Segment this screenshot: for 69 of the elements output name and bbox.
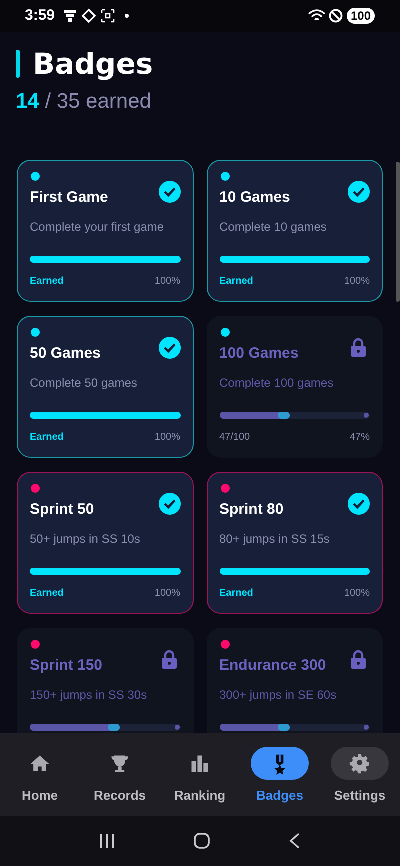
badge-description: Complete 50 games [30,375,138,392]
nav-tab[interactable]: Records [81,747,159,806]
badge-title: 50 Games [30,344,101,364]
badge-title: Sprint 150 [30,656,103,676]
progress-count: 47/100 [220,431,250,445]
badge-card[interactable]: 100 Games Complete 100 games 47/100 47% [206,316,383,458]
lock-icon [351,650,366,668]
lock-icon [162,650,176,668]
badge-title: First Game [30,188,108,208]
progress-percent: 47% [350,431,370,445]
nav-tab[interactable]: Settings [321,747,399,806]
badge-title: 100 Games [220,344,299,364]
badge-card[interactable]: Sprint 50 50+ jumps in SS 10s Earned 100% [17,472,194,614]
home-button-icon[interactable] [192,832,211,850]
badge-description: 150+ jumps in SS 30s [30,687,148,704]
badge-description: Complete 100 games [220,375,335,392]
earned-summary: 14 / 35 earned [16,89,152,115]
earned-label: Earned [30,587,64,601]
nav-tab[interactable]: Home [1,747,79,806]
end-dot-icon [364,413,369,418]
badge-title: Endurance 300 [220,656,326,676]
check-icon [158,180,180,202]
badge-title: 10 Games [220,188,290,208]
page-title: Badges [33,46,154,82]
progress-percent: 100% [344,587,370,601]
recent-apps-icon[interactable] [98,832,116,850]
badge-card[interactable]: Sprint 150 150+ jumps in SS 30s [17,628,194,733]
diamond-icon [81,8,98,24]
end-dot-icon [364,725,369,730]
screenshot-icon [101,9,116,23]
lock-icon [351,338,366,356]
earned-label: Earned [220,275,254,289]
progress-knob [278,724,290,731]
badge-description: 50+ jumps in SS 10s [30,531,142,548]
badge-description: 300+ jumps in SE 60s [220,687,338,704]
end-dot-icon [174,725,180,730]
earned-label: Earned [220,587,254,601]
nav-tab[interactable]: Ranking [161,747,239,806]
progress-percent: 100% [344,275,370,289]
nav-tab[interactable]: Badges [241,747,319,806]
check-icon [348,180,370,202]
dot-icon [125,14,130,18]
back-icon[interactable] [288,832,302,850]
status-time: 3:59 [25,6,56,26]
badge-card[interactable]: 50 Games Complete 50 games Earned 100% [17,316,194,458]
progress-percent: 100% [154,431,180,445]
earned-label: Earned [30,431,64,445]
do-not-disturb-icon [328,9,343,23]
wifi-icon [308,9,326,23]
badge-card[interactable]: 10 Games Complete 10 games Earned 100% [206,160,383,302]
check-icon [348,492,370,514]
settings-icon [349,752,371,774]
badge-card[interactable]: Endurance 300 300+ jumps in SE 60s [206,628,383,733]
progress-percent: 100% [154,275,180,289]
badge-description: Complete your first game [30,219,166,236]
badge-title: Sprint 80 [220,500,284,520]
progress-percent: 100% [154,587,180,601]
battery-level: 100 [346,8,375,24]
badge-description: Complete 10 games [220,219,328,236]
badge-card[interactable]: Sprint 80 80+ jumps in SS 15s Earned 100% [206,472,383,614]
badge-description: 80+ jumps in SS 15s [220,531,331,548]
check-icon [158,492,180,514]
earned-label: Earned [30,275,64,289]
badge-card[interactable]: First Game Complete your first game Earned 100% [17,160,194,302]
badge-title: Sprint 50 [30,500,94,520]
progress-knob [108,724,120,731]
app-notification-icon [63,8,78,24]
progress-knob [278,412,290,419]
check-icon [158,336,180,358]
